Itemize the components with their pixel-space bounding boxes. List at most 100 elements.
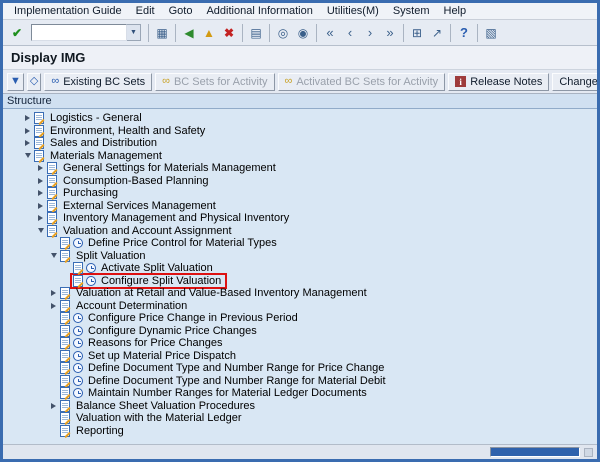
img-activity-icon[interactable] — [73, 238, 83, 249]
release-notes-button[interactable]: i Release Notes — [448, 72, 550, 91]
tree-item-label[interactable]: Valuation and Account Assignment — [62, 225, 233, 237]
img-documentation-icon[interactable] — [34, 124, 44, 137]
img-activity-icon[interactable] — [73, 388, 83, 399]
tree-row[interactable]: Define Document Type and Number Range fo… — [3, 374, 597, 388]
img-activity-icon[interactable] — [73, 325, 83, 336]
tree-row[interactable]: Balance Sheet Valuation Procedures — [3, 399, 597, 413]
img-documentation-icon[interactable] — [34, 112, 44, 125]
tree-row[interactable]: External Services Management — [3, 199, 597, 213]
img-documentation-icon[interactable] — [47, 187, 57, 200]
expand-arrow-icon[interactable] — [21, 140, 34, 147]
img-documentation-icon[interactable] — [73, 262, 83, 275]
img-documentation-icon[interactable] — [60, 237, 70, 250]
img-activity-icon[interactable] — [73, 313, 83, 324]
tree-item-label[interactable]: Inventory Management and Physical Invent… — [62, 212, 290, 224]
save-icon[interactable]: ▦ — [152, 23, 172, 43]
find-button[interactable]: ◇ — [26, 72, 42, 91]
img-documentation-icon[interactable] — [60, 412, 70, 425]
tree-item-label[interactable]: Reporting — [75, 425, 125, 437]
tree-item-label[interactable]: Account Determination — [75, 300, 188, 312]
expand-arrow-icon[interactable] — [47, 290, 60, 297]
tree-item-label[interactable]: Configure Dynamic Price Changes — [87, 325, 258, 337]
cancel-icon[interactable]: ✖ — [219, 23, 239, 43]
tree-item-label[interactable]: Environment, Health and Safety — [49, 125, 206, 137]
tree-item-label[interactable]: External Services Management — [62, 200, 217, 212]
tree-row[interactable]: Define Document Type and Number Range fo… — [3, 362, 597, 375]
tree-row[interactable]: General Settings for Materials Managemen… — [3, 162, 597, 175]
tree-item-label[interactable]: Split Valuation — [75, 250, 147, 262]
tree-row[interactable]: Configure Dynamic Price Changes — [3, 324, 597, 338]
tree-row[interactable]: Configure Split Valuation — [3, 272, 597, 289]
expand-arrow-icon[interactable] — [34, 215, 47, 222]
first-page-icon[interactable]: « — [320, 23, 340, 43]
img-documentation-icon[interactable] — [60, 349, 70, 362]
exit-icon[interactable]: ▲ — [199, 23, 219, 43]
menu-edit[interactable]: Edit — [129, 4, 162, 18]
img-documentation-icon[interactable] — [47, 199, 57, 212]
tree-row[interactable]: Account Determination — [3, 299, 597, 313]
expand-arrow-icon[interactable] — [21, 127, 34, 134]
tree-row[interactable]: Sales and Distribution — [3, 137, 597, 150]
img-documentation-icon[interactable] — [34, 137, 44, 150]
help-icon[interactable]: ? — [454, 23, 474, 43]
tree-row[interactable]: Materials Management — [3, 149, 597, 163]
expand-arrow-icon[interactable] — [47, 302, 60, 309]
img-documentation-icon[interactable] — [60, 337, 70, 350]
back-icon[interactable]: ◀ — [179, 23, 199, 43]
img-activity-icon[interactable] — [73, 375, 83, 386]
menu-system[interactable]: System — [386, 4, 437, 18]
img-documentation-icon[interactable] — [60, 299, 70, 312]
position-button[interactable]: ▼ — [7, 72, 24, 91]
status-corner-button[interactable] — [584, 447, 593, 457]
customize-layout-icon[interactable]: ▧ — [481, 23, 501, 43]
tree-item-label[interactable]: Purchasing — [62, 187, 119, 199]
img-documentation-icon[interactable] — [60, 362, 70, 375]
collapse-arrow-icon[interactable] — [21, 153, 34, 159]
img-documentation-icon[interactable] — [60, 387, 70, 400]
tree-row[interactable]: Activate Split Valuation — [3, 262, 597, 275]
img-activity-icon[interactable] — [73, 363, 83, 374]
menu-help[interactable]: Help — [437, 4, 474, 18]
existing-bc-sets-button[interactable]: ∞ Existing BC Sets — [44, 72, 153, 91]
tree-row[interactable]: Configure Price Change in Previous Perio… — [3, 312, 597, 325]
menu-utilities[interactable]: Utilities(M) — [320, 4, 386, 18]
tree-item-label[interactable]: Logistics - General — [49, 112, 143, 124]
img-documentation-icon[interactable] — [47, 224, 57, 237]
expand-arrow-icon[interactable] — [34, 177, 47, 184]
tree-item-label[interactable]: Materials Management — [49, 150, 163, 162]
tree-item-label[interactable]: Configure Split Valuation — [100, 275, 222, 287]
tree-item-label[interactable]: Define Document Type and Number Range fo… — [87, 375, 387, 387]
enter-icon[interactable]: ✔ — [7, 23, 27, 43]
tree-row[interactable]: Reporting — [3, 424, 597, 438]
next-page-icon[interactable]: › — [360, 23, 380, 43]
img-documentation-icon[interactable] — [60, 399, 70, 412]
img-documentation-icon[interactable] — [73, 274, 83, 287]
expand-arrow-icon[interactable] — [47, 402, 60, 409]
expand-arrow-icon[interactable] — [34, 190, 47, 197]
tree-item-label[interactable]: Maintain Number Ranges for Material Ledg… — [87, 387, 368, 399]
tree-row[interactable]: Valuation and Account Assignment — [3, 224, 597, 238]
tree-row[interactable]: Environment, Health and Safety — [3, 124, 597, 138]
tree-item-label[interactable]: General Settings for Materials Managemen… — [62, 162, 277, 174]
img-documentation-icon[interactable] — [60, 424, 70, 437]
img-documentation-icon[interactable] — [60, 249, 70, 262]
img-activity-icon[interactable] — [86, 263, 96, 274]
tree-item-label[interactable]: Configure Price Change in Previous Perio… — [87, 312, 299, 324]
img-documentation-icon[interactable] — [60, 312, 70, 325]
tree-row[interactable]: Consumption-Based Planning — [3, 174, 597, 188]
tree-item-label[interactable]: Valuation with the Material Ledger — [75, 412, 243, 424]
command-dropdown-icon[interactable]: ▼ — [127, 24, 141, 41]
expand-arrow-icon[interactable] — [34, 165, 47, 172]
tree-item-label[interactable]: Valuation at Retail and Value-Based Inve… — [75, 287, 368, 299]
tree-item-label[interactable]: Define Price Control for Material Types — [87, 237, 278, 249]
tree-item-label[interactable]: Balance Sheet Valuation Procedures — [75, 400, 256, 412]
tree-item-label[interactable]: Set up Material Price Dispatch — [87, 350, 237, 362]
img-activity-icon[interactable] — [73, 338, 83, 349]
bc-sets-for-activity-button[interactable]: ∞ BC Sets for Activity — [155, 72, 275, 91]
img-documentation-icon[interactable] — [60, 374, 70, 387]
tree-row[interactable]: Define Price Control for Material Types — [3, 237, 597, 250]
tree-row[interactable]: Valuation at Retail and Value-Based Inve… — [3, 287, 597, 300]
tree-row[interactable]: Maintain Number Ranges for Material Ledg… — [3, 387, 597, 400]
tree-row[interactable]: Split Valuation — [3, 249, 597, 263]
img-documentation-icon[interactable] — [60, 287, 70, 300]
